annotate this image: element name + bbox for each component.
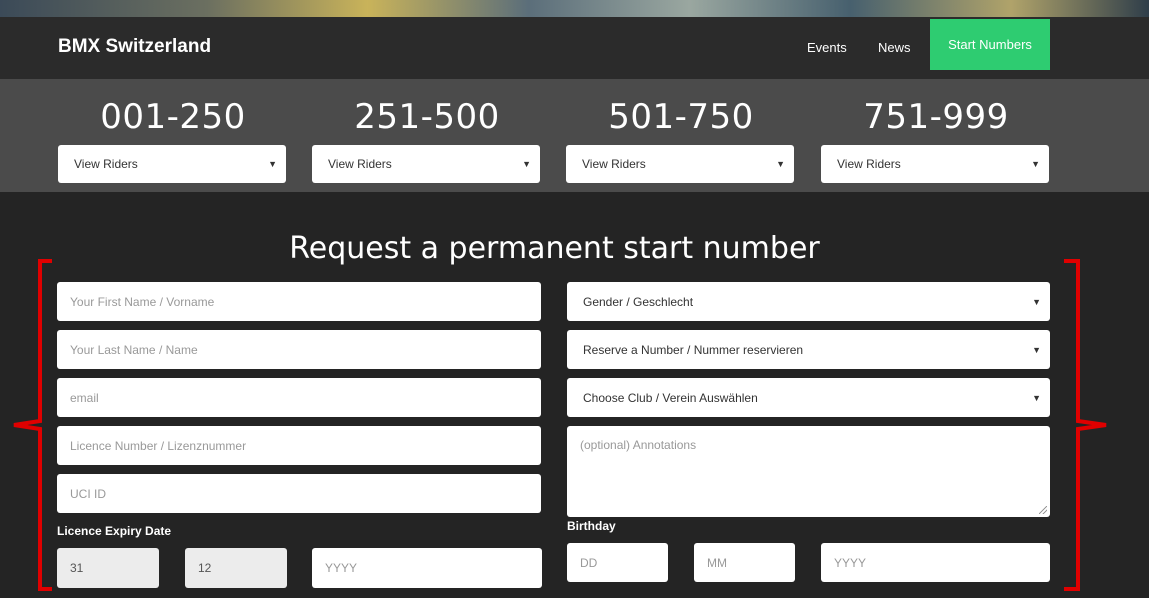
select-value: View Riders bbox=[74, 157, 138, 171]
birth-year-placeholder: YYYY bbox=[834, 555, 867, 570]
view-riders-select[interactable]: View Riders ▼ bbox=[566, 145, 794, 183]
gender-select[interactable]: Gender / Geschlecht ▼ bbox=[567, 282, 1050, 321]
select-value: View Riders bbox=[582, 157, 646, 171]
licence-number-placeholder: Licence Number / Lizenznummer bbox=[70, 438, 247, 453]
licence-expiry-month-value: 12 bbox=[198, 561, 212, 575]
number-ranges: 001-250 View Riders ▼ 251-500 View Rider… bbox=[0, 79, 1149, 192]
caret-down-icon: ▼ bbox=[1032, 344, 1041, 355]
club-select[interactable]: Choose Club / Verein Auswählen ▼ bbox=[567, 378, 1050, 417]
licence-expiry-year-placeholder: YYYY bbox=[325, 561, 358, 575]
view-riders-select[interactable]: View Riders ▼ bbox=[821, 145, 1049, 183]
email-placeholder: email bbox=[70, 390, 99, 405]
range-title: 251-500 bbox=[354, 97, 500, 137]
range-title: 501-750 bbox=[608, 97, 754, 137]
email-input[interactable]: email bbox=[57, 378, 541, 417]
licence-number-input[interactable]: Licence Number / Lizenznummer bbox=[57, 426, 541, 465]
nav-news[interactable]: News bbox=[878, 40, 911, 55]
club-select-value: Choose Club / Verein Auswählen bbox=[583, 390, 758, 405]
birth-month-input[interactable]: MM bbox=[694, 543, 795, 582]
caret-down-icon: ▼ bbox=[1031, 159, 1040, 169]
form-title: Request a permanent start number bbox=[289, 231, 820, 266]
range-title: 001-250 bbox=[100, 97, 246, 137]
birth-month-placeholder: MM bbox=[707, 555, 727, 570]
birth-day-placeholder: DD bbox=[580, 555, 598, 570]
top-image-strip bbox=[0, 0, 1149, 17]
last-name-placeholder: Your Last Name / Name bbox=[70, 342, 198, 357]
select-value: View Riders bbox=[837, 157, 901, 171]
licence-expiry-year-input[interactable]: YYYY bbox=[312, 548, 542, 588]
resize-grip-icon[interactable] bbox=[1039, 506, 1047, 514]
licence-expiry-month[interactable]: 12 bbox=[185, 548, 287, 588]
caret-down-icon: ▼ bbox=[1032, 392, 1041, 403]
licence-expiry-label: Licence Expiry Date bbox=[57, 524, 172, 538]
annotations-placeholder: (optional) Annotations bbox=[580, 438, 697, 452]
gender-select-value: Gender / Geschlecht bbox=[583, 294, 694, 309]
birth-year-input[interactable]: YYYY bbox=[821, 543, 1050, 582]
left-curly-brace-annotation bbox=[13, 259, 52, 591]
licence-expiry-day-value: 31 bbox=[70, 561, 84, 575]
select-value: View Riders bbox=[328, 157, 392, 171]
birth-day-input[interactable]: DD bbox=[567, 543, 668, 582]
annotations-textarea[interactable]: (optional) Annotations bbox=[567, 426, 1050, 517]
reserve-number-select-value: Reserve a Number / Nummer reservieren bbox=[583, 342, 804, 357]
birthday-label: Birthday bbox=[567, 519, 616, 533]
uci-id-placeholder: UCI ID bbox=[70, 486, 106, 501]
navbar: BMX Switzerland Events News Start Number… bbox=[0, 17, 1149, 79]
nav-events[interactable]: Events bbox=[807, 40, 847, 55]
caret-down-icon: ▼ bbox=[776, 159, 785, 169]
view-riders-select[interactable]: View Riders ▼ bbox=[312, 145, 540, 183]
right-curly-brace-annotation bbox=[1064, 259, 1107, 591]
caret-down-icon: ▼ bbox=[268, 159, 277, 169]
range-title: 751-999 bbox=[863, 97, 1009, 137]
nav-start-numbers[interactable]: Start Numbers bbox=[930, 19, 1050, 70]
caret-down-icon: ▼ bbox=[1032, 296, 1041, 307]
licence-expiry-day[interactable]: 31 bbox=[57, 548, 159, 588]
last-name-input[interactable]: Your Last Name / Name bbox=[57, 330, 541, 369]
reserve-number-select[interactable]: Reserve a Number / Nummer reservieren ▼ bbox=[567, 330, 1050, 369]
view-riders-select[interactable]: View Riders ▼ bbox=[58, 145, 286, 183]
first-name-input[interactable]: Your First Name / Vorname bbox=[57, 282, 541, 321]
first-name-placeholder: Your First Name / Vorname bbox=[70, 294, 215, 309]
uci-id-input[interactable]: UCI ID bbox=[57, 474, 541, 513]
brand-logo[interactable]: BMX Switzerland bbox=[58, 36, 211, 58]
caret-down-icon: ▼ bbox=[522, 159, 531, 169]
